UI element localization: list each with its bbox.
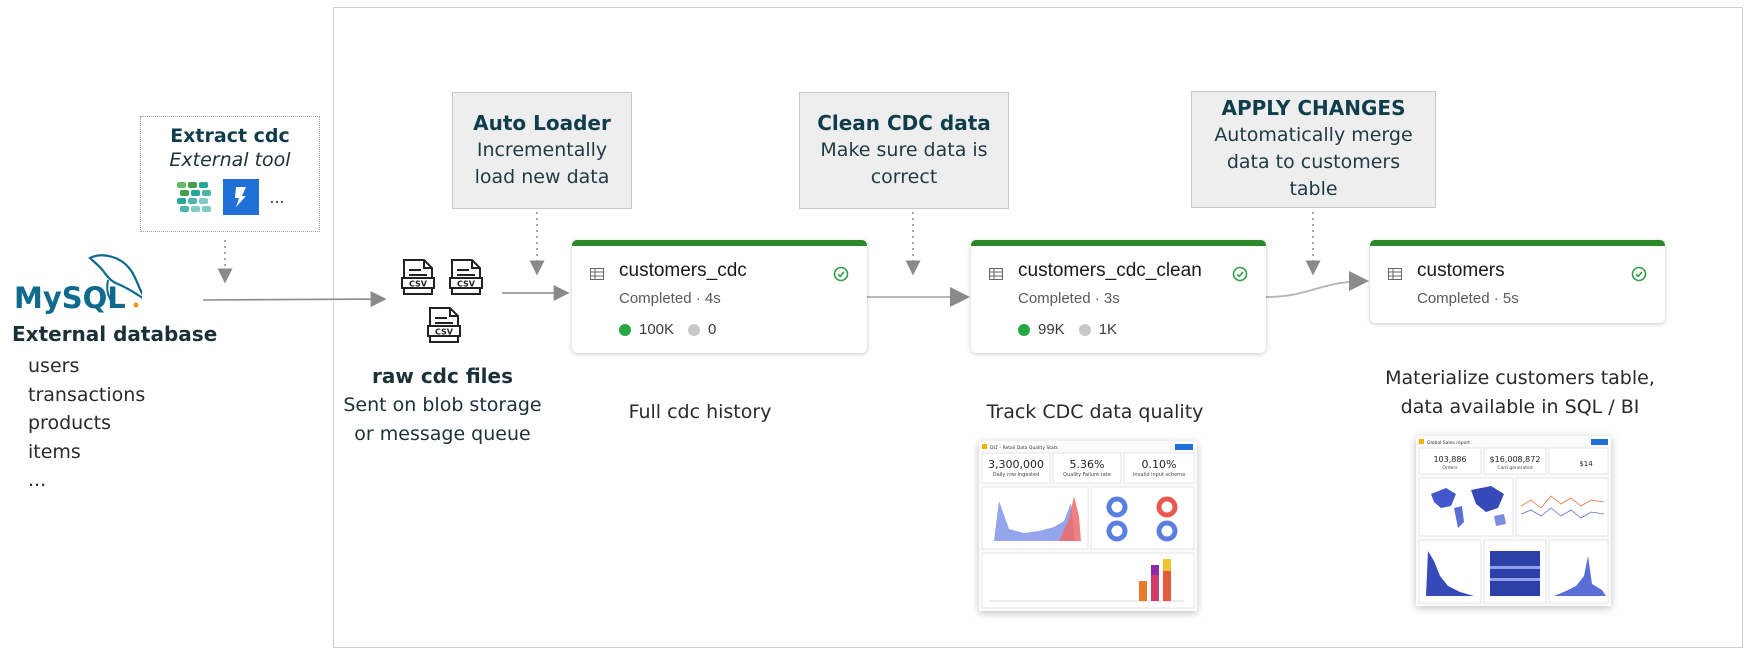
check-circle-icon: [1232, 266, 1248, 282]
other-count: 0: [708, 321, 717, 338]
ok-dot-icon: [619, 323, 631, 336]
table-status: Completed · 3s: [1018, 290, 1120, 307]
more-tools: ...: [269, 187, 285, 207]
svg-text:Quality Failure rate: Quality Failure rate: [1063, 472, 1111, 478]
caption-line: data available in SQL / BI: [1400, 396, 1640, 418]
table-icon: [590, 268, 604, 280]
table-item: users: [28, 355, 80, 377]
svg-text:CSV: CSV: [435, 328, 454, 337]
table-item: ...: [28, 469, 47, 491]
caption-full-history: Full cdc history: [628, 401, 772, 423]
sales-report-dashboard-thumbnail: Global Sales report 103,886 Orders $16,0…: [1416, 436, 1611, 606]
ok-count: 100K: [639, 321, 675, 338]
note-line: Make sure data is: [820, 139, 988, 161]
note-title: APPLY CHANGES: [1221, 96, 1406, 120]
table-card-customers[interactable]: customers Completed · 5s: [1370, 240, 1665, 323]
caption-data-quality: Track CDC data quality: [986, 401, 1204, 423]
caption-materialize: Materialize customers table, data availa…: [1375, 364, 1665, 422]
svg-text:Daily row ingested: Daily row ingested: [993, 472, 1040, 478]
caption-line: Materialize customers table,: [1385, 367, 1655, 389]
arrow-db-to-csv: [202, 291, 387, 308]
table-card-customers-cdc-clean[interactable]: customers_cdc_clean Completed · 3s 99K 1…: [971, 240, 1266, 353]
check-circle-icon: [1631, 266, 1647, 282]
table-name: customers_cdc: [619, 260, 747, 281]
table-item: transactions: [28, 383, 146, 406]
table-item: items: [28, 440, 81, 463]
ok-count: 99K: [1038, 321, 1065, 338]
note-title: Auto Loader: [473, 111, 611, 135]
table-icon: [1388, 268, 1402, 280]
table-card-customers-cdc[interactable]: customers_cdc Completed · 4s 100K 0: [572, 240, 867, 353]
note-line: table: [1289, 178, 1338, 200]
table-status: Completed · 5s: [1417, 290, 1519, 307]
note-title: Clean CDC data: [817, 111, 991, 135]
svg-text:3,300,000: 3,300,000: [988, 458, 1044, 471]
csv-label: raw cdc files Sent on blob storage or me…: [335, 362, 550, 449]
svg-text:$16,008,872: $16,008,872: [1490, 455, 1541, 464]
csv-title: raw cdc files: [372, 364, 513, 388]
other-count: 1K: [1098, 321, 1118, 338]
svg-text:Orders: Orders: [1442, 465, 1458, 471]
note-apply-changes: APPLY CHANGES Automatically merge data t…: [1191, 91, 1436, 208]
fivetran-icon: [177, 182, 212, 212]
note-line: Automatically merge: [1214, 124, 1413, 146]
source-table-list: users transactions products items ...: [28, 352, 145, 495]
csv-files-icon: CSV CSV CSV: [401, 259, 483, 343]
extract-title: Extract cdc: [170, 125, 290, 147]
extract-subtitle: External tool: [169, 149, 291, 171]
csv-line: Sent on blob storage: [343, 394, 542, 416]
note-auto-loader: Auto Loader Incrementally load new data: [452, 92, 632, 209]
data-quality-dashboard-thumbnail: DLT - Retail Data Quality Stats 3,300,00…: [979, 441, 1197, 611]
svg-text:5.36%: 5.36%: [1070, 458, 1105, 471]
svg-text:103,886: 103,886: [1433, 455, 1466, 464]
table-stats: 99K 1K: [1018, 321, 1117, 338]
note-line: Incrementally: [476, 139, 608, 161]
table-name: customers: [1417, 260, 1505, 281]
svg-text:CSV: CSV: [457, 280, 476, 289]
source-title: External database: [12, 322, 218, 346]
svg-text:DLT - Retail Data Quality Stat: DLT - Retail Data Quality Stats: [990, 445, 1059, 451]
ok-dot-icon: [1018, 323, 1030, 336]
extract-box: Extract cdc External tool ...: [140, 116, 320, 232]
svg-text:Global Sales report: Global Sales report: [1427, 440, 1470, 446]
tool-logo-icon: [223, 179, 260, 215]
arrow-clean-to-customers: [1265, 271, 1369, 298]
table-icon: [989, 268, 1003, 280]
table-item: products: [28, 412, 111, 434]
note-line: correct: [870, 166, 938, 188]
svg-text:Card generated: Card generated: [1497, 465, 1532, 471]
csv-line: or message queue: [354, 423, 531, 445]
svg-text:CSV: CSV: [409, 280, 428, 289]
other-dot-icon: [688, 323, 701, 336]
svg-text:0.10%: 0.10%: [1142, 458, 1177, 471]
note-clean-cdc: Clean CDC data Make sure data is correct: [799, 92, 1009, 209]
svg-text:MySQL: MySQL: [14, 281, 126, 315]
other-dot-icon: [1078, 323, 1091, 336]
check-circle-icon: [833, 266, 849, 282]
table-status: Completed · 4s: [619, 290, 721, 307]
note-line: data to customers: [1226, 151, 1401, 173]
note-line: load new data: [474, 166, 610, 188]
mysql-logo: MySQL: [14, 254, 142, 315]
table-name: customers_cdc_clean: [1018, 260, 1202, 281]
svg-text:Invalid input schema: Invalid input schema: [1133, 472, 1185, 478]
svg-text:$14: $14: [1579, 460, 1593, 468]
table-stats: 100K 0: [619, 321, 716, 338]
